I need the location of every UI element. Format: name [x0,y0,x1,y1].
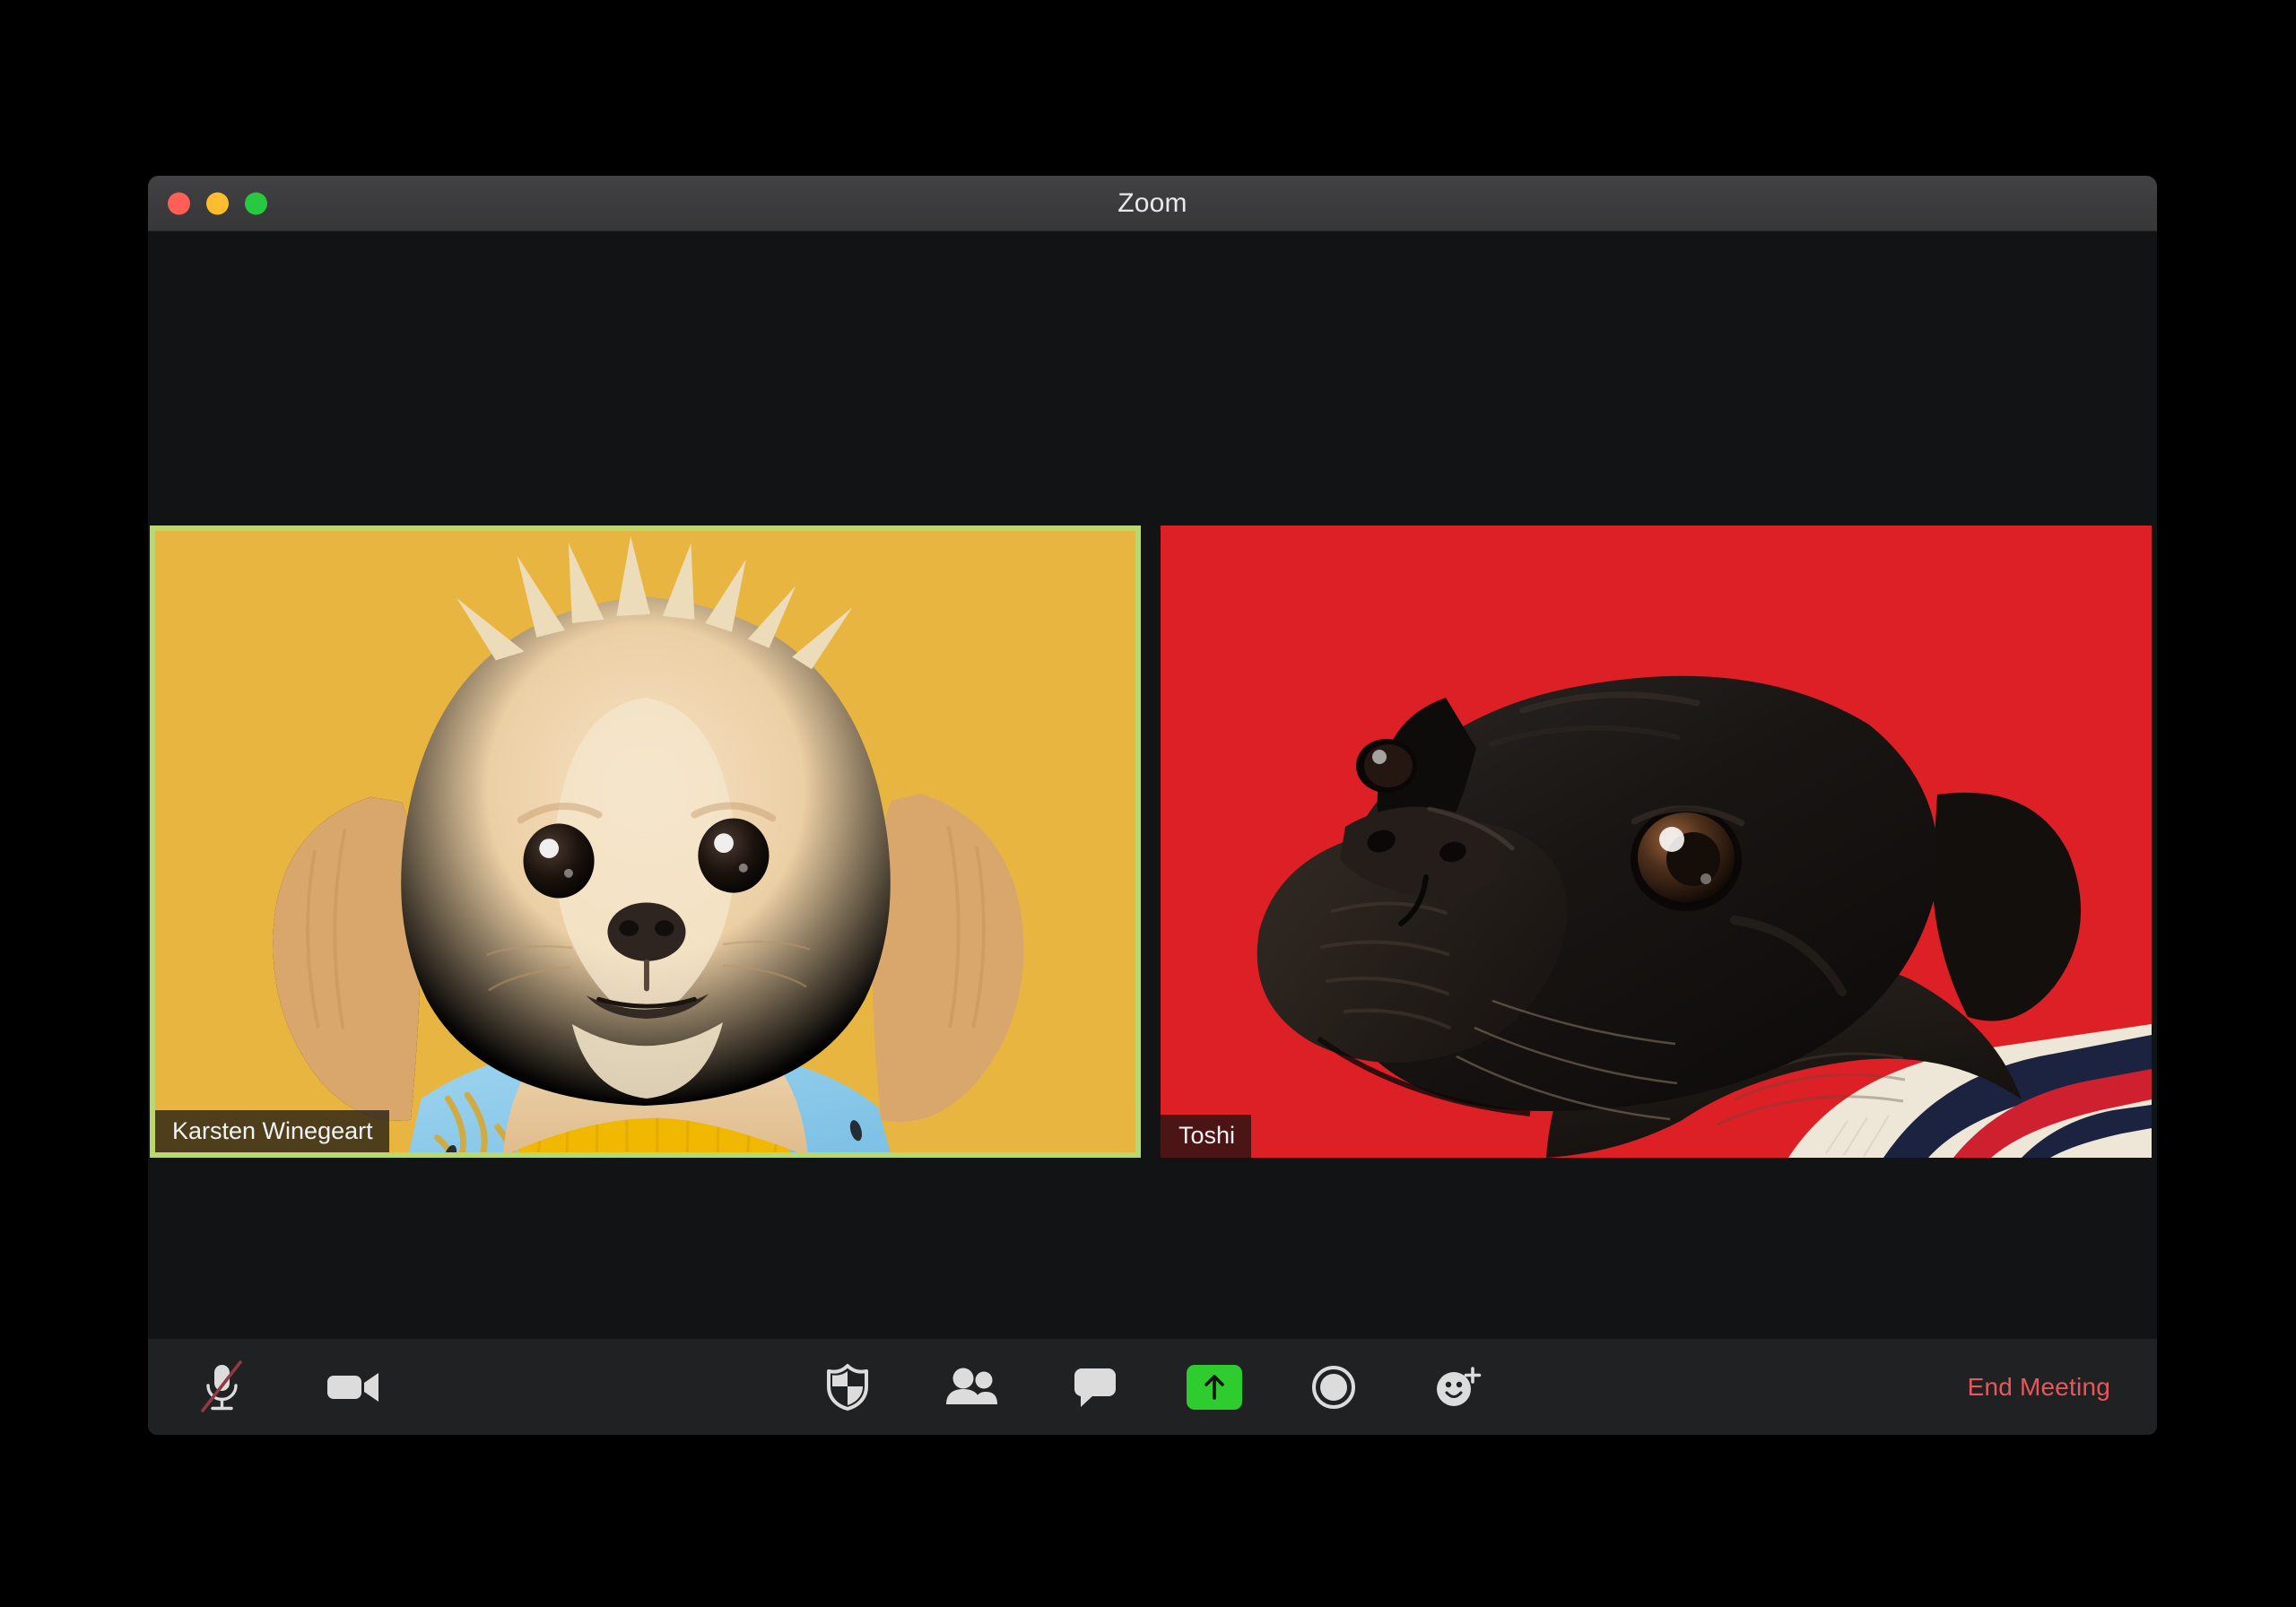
participants-icon [946,1368,997,1404]
share-screen-icon [1205,1374,1224,1400]
meeting-stage: Karsten Winegeart Toshi [148,231,2157,1339]
dog-portrait-cream-shihtzu [273,535,1024,1152]
maximize-window-button[interactable] [245,192,267,214]
minimize-window-button[interactable] [206,192,229,214]
participants-button[interactable] [939,1355,1004,1420]
close-window-button[interactable] [168,192,190,214]
shield-icon [827,1363,868,1411]
participant-name-badge: Karsten Winegeart [155,1109,389,1152]
security-button[interactable] [815,1355,880,1420]
toolbar-center-group [815,1355,1490,1420]
window-controls [168,192,267,214]
video-tile-grid: Karsten Winegeart Toshi [148,526,2157,1162]
reactions-button[interactable] [1425,1355,1490,1420]
share-screen-button[interactable] [1187,1364,1242,1410]
dog-portrait-black-pug [1257,675,2152,1158]
video-tile-karsten-winegeart[interactable]: Karsten Winegeart [150,526,1141,1158]
record-icon [1312,1365,1355,1409]
meeting-toolbar: End Meeting [148,1339,2157,1435]
toolbar-left-group [189,1355,387,1420]
mute-button[interactable] [189,1355,254,1420]
chat-button[interactable] [1063,1355,1127,1420]
window-titlebar: Zoom [148,176,2157,231]
reactions-icon [1437,1366,1482,1406]
desktop-background: Zoom Karsten Winegeart Toshi End Meeting [0,0,2296,1607]
window-title: Zoom [1118,187,1187,218]
chat-bubble-icon [1074,1368,1116,1407]
zoom-window: Zoom Karsten Winegeart Toshi End Meeting [148,176,2157,1435]
video-feed-karsten-winegeart [155,531,1135,1152]
video-feed-toshi [1161,526,2152,1158]
stop-video-button[interactable] [322,1355,387,1420]
microphone-muted-icon [201,1359,242,1412]
video-camera-icon [327,1372,378,1402]
video-tile-toshi[interactable]: Toshi [1161,526,2152,1158]
record-button[interactable] [1301,1355,1366,1420]
end-meeting-button[interactable]: End Meeting [1968,1373,2110,1402]
participant-name-badge: Toshi [1161,1114,1252,1158]
toolbar-right-group: End Meeting [1968,1373,2110,1402]
